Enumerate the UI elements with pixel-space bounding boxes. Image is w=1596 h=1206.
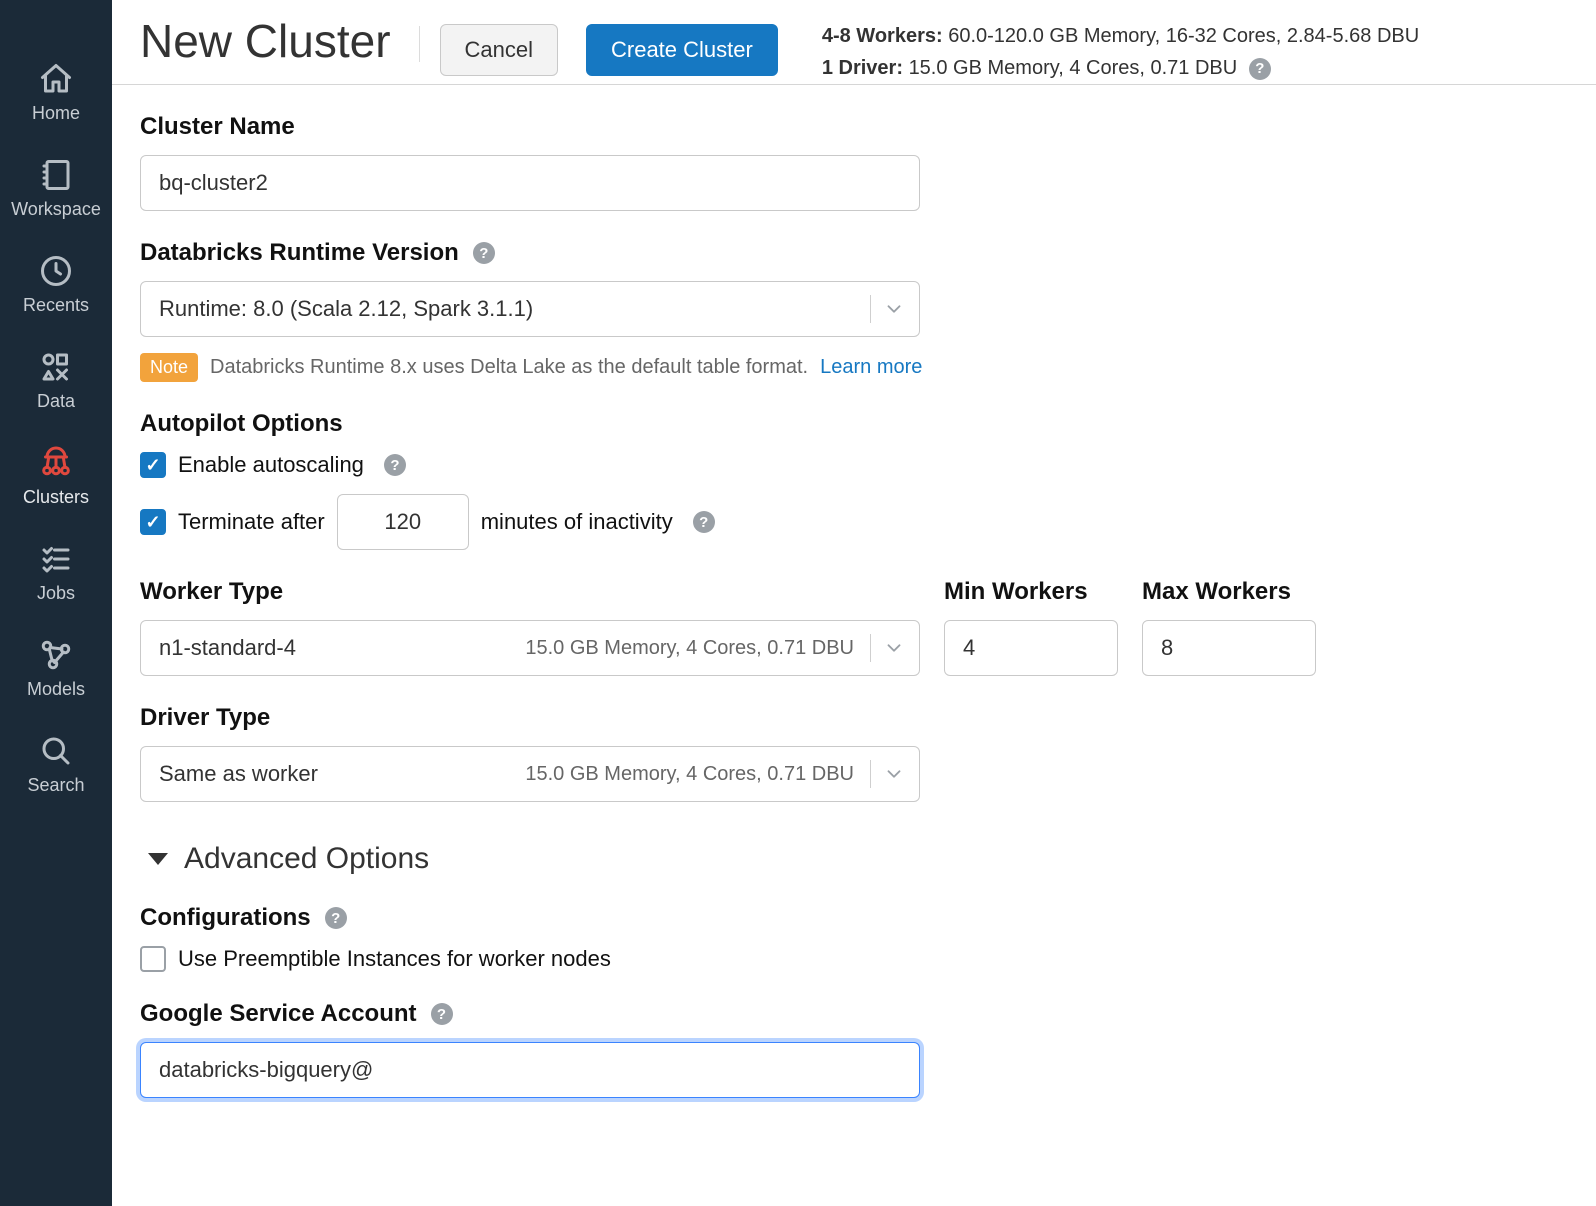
help-icon[interactable] xyxy=(431,1003,453,1025)
runtime-note: Note Databricks Runtime 8.x uses Delta L… xyxy=(140,353,1568,382)
worker-row: Worker Type n1-standard-4 15.0 GB Memory… xyxy=(140,550,1568,676)
sidebar-item-data[interactable]: Data xyxy=(0,332,112,428)
max-workers-label: Max Workers xyxy=(1142,578,1316,606)
page-title: New Cluster xyxy=(140,18,391,82)
sidebar-item-label: Workspace xyxy=(11,199,101,220)
sidebar-item-label: Recents xyxy=(23,295,89,316)
driver-type-select[interactable]: Same as worker 15.0 GB Memory, 4 Cores, … xyxy=(140,746,920,802)
enable-autoscaling-label: Enable autoscaling xyxy=(178,452,364,478)
help-icon[interactable] xyxy=(1249,58,1271,80)
workers-summary-value: 60.0-120.0 GB Memory, 16-32 Cores, 2.84-… xyxy=(948,25,1419,47)
terminate-after-checkbox[interactable] xyxy=(140,509,166,535)
worker-type-select[interactable]: n1-standard-4 15.0 GB Memory, 4 Cores, 0… xyxy=(140,620,920,676)
terminate-after-suffix: minutes of inactivity xyxy=(481,509,673,535)
runtime-version-value: Runtime: 8.0 (Scala 2.12, Spark 3.1.1) xyxy=(159,296,862,322)
sidebar-item-label: Models xyxy=(27,679,85,700)
help-icon[interactable] xyxy=(384,454,406,476)
chevron-down-icon xyxy=(883,637,905,659)
min-workers-label: Min Workers xyxy=(944,578,1118,606)
help-icon[interactable] xyxy=(325,907,347,929)
sidebar-item-label: Clusters xyxy=(23,487,89,508)
main: New Cluster Cancel Create Cluster 4-8 Wo… xyxy=(112,0,1596,1206)
enable-autoscaling-checkbox[interactable] xyxy=(140,452,166,478)
sidebar-item-label: Home xyxy=(32,103,80,124)
sidebar-item-clusters[interactable]: Clusters xyxy=(0,428,112,524)
header-actions: Cancel Create Cluster xyxy=(440,24,778,76)
worker-type-label: Worker Type xyxy=(140,578,920,606)
sidebar-item-label: Data xyxy=(37,391,75,412)
note-badge: Note xyxy=(140,353,198,382)
help-icon[interactable] xyxy=(473,242,495,264)
terminate-minutes-input[interactable] xyxy=(337,494,469,550)
driver-summary-label: 1 Driver: xyxy=(822,57,903,79)
divider xyxy=(870,760,871,788)
sidebar: Home Workspace Recents Data Clusters Job… xyxy=(0,0,112,1206)
divider xyxy=(870,634,871,662)
sidebar-item-label: Jobs xyxy=(37,583,75,604)
advanced-options-toggle[interactable]: Advanced Options xyxy=(140,842,1568,876)
terminate-after-prefix: Terminate after xyxy=(178,509,325,535)
driver-type-value: Same as worker xyxy=(159,761,525,787)
sidebar-item-models[interactable]: Models xyxy=(0,620,112,716)
driver-summary-value: 15.0 GB Memory, 4 Cores, 0.71 DBU xyxy=(909,57,1238,79)
max-workers-input[interactable] xyxy=(1142,620,1316,676)
clock-icon xyxy=(38,253,74,289)
chevron-down-icon xyxy=(883,298,905,320)
gsa-label: Google Service Account xyxy=(140,1000,1568,1028)
sidebar-item-home[interactable]: Home xyxy=(0,44,112,140)
caret-down-icon xyxy=(148,853,168,865)
create-cluster-button[interactable]: Create Cluster xyxy=(586,24,778,76)
autopilot-label: Autopilot Options xyxy=(140,410,1568,438)
sidebar-item-recents[interactable]: Recents xyxy=(0,236,112,332)
sidebar-item-label: Search xyxy=(27,775,84,796)
preemptible-label: Use Preemptible Instances for worker nod… xyxy=(178,946,611,972)
cluster-name-label: Cluster Name xyxy=(140,113,1568,141)
graph-icon xyxy=(38,637,74,673)
checklist-icon xyxy=(38,541,74,577)
worker-type-spec: 15.0 GB Memory, 4 Cores, 0.71 DBU xyxy=(525,637,854,660)
runtime-version-label: Databricks Runtime Version xyxy=(140,239,1568,267)
shapes-icon xyxy=(38,349,74,385)
notebook-icon xyxy=(38,157,74,193)
worker-type-value: n1-standard-4 xyxy=(159,635,525,661)
configurations-label-text: Configurations xyxy=(140,904,311,932)
help-icon[interactable] xyxy=(693,511,715,533)
driver-type-label: Driver Type xyxy=(140,704,1568,732)
min-workers-input[interactable] xyxy=(944,620,1118,676)
workers-summary-label: 4-8 Workers: xyxy=(822,25,943,47)
gsa-label-text: Google Service Account xyxy=(140,1000,417,1028)
home-icon xyxy=(38,61,74,97)
runtime-version-label-text: Databricks Runtime Version xyxy=(140,239,459,267)
header: New Cluster Cancel Create Cluster 4-8 Wo… xyxy=(112,0,1596,85)
cluster-name-input[interactable] xyxy=(140,155,920,211)
sidebar-item-search[interactable]: Search xyxy=(0,716,112,812)
preemptible-row[interactable]: Use Preemptible Instances for worker nod… xyxy=(140,946,1568,972)
resource-summary: 4-8 Workers: 60.0-120.0 GB Memory, 16-32… xyxy=(822,20,1419,84)
sidebar-item-jobs[interactable]: Jobs xyxy=(0,524,112,620)
sidebar-item-workspace[interactable]: Workspace xyxy=(0,140,112,236)
learn-more-link[interactable]: Learn more xyxy=(820,356,922,379)
terminate-after-row: Terminate after minutes of inactivity xyxy=(140,494,1568,550)
divider xyxy=(870,295,871,323)
form-body: Cluster Name Databricks Runtime Version … xyxy=(112,85,1596,1138)
runtime-version-select[interactable]: Runtime: 8.0 (Scala 2.12, Spark 3.1.1) xyxy=(140,281,920,337)
cluster-icon xyxy=(38,445,74,481)
advanced-options-label: Advanced Options xyxy=(184,842,429,876)
divider xyxy=(419,26,420,62)
driver-type-spec: 15.0 GB Memory, 4 Cores, 0.71 DBU xyxy=(525,763,854,786)
note-text: Databricks Runtime 8.x uses Delta Lake a… xyxy=(210,356,808,379)
configurations-label: Configurations xyxy=(140,904,1568,932)
preemptible-checkbox[interactable] xyxy=(140,946,166,972)
cancel-button[interactable]: Cancel xyxy=(440,24,558,76)
gsa-input[interactable] xyxy=(140,1042,920,1098)
chevron-down-icon xyxy=(883,763,905,785)
search-icon xyxy=(38,733,74,769)
enable-autoscaling-row[interactable]: Enable autoscaling xyxy=(140,452,1568,478)
